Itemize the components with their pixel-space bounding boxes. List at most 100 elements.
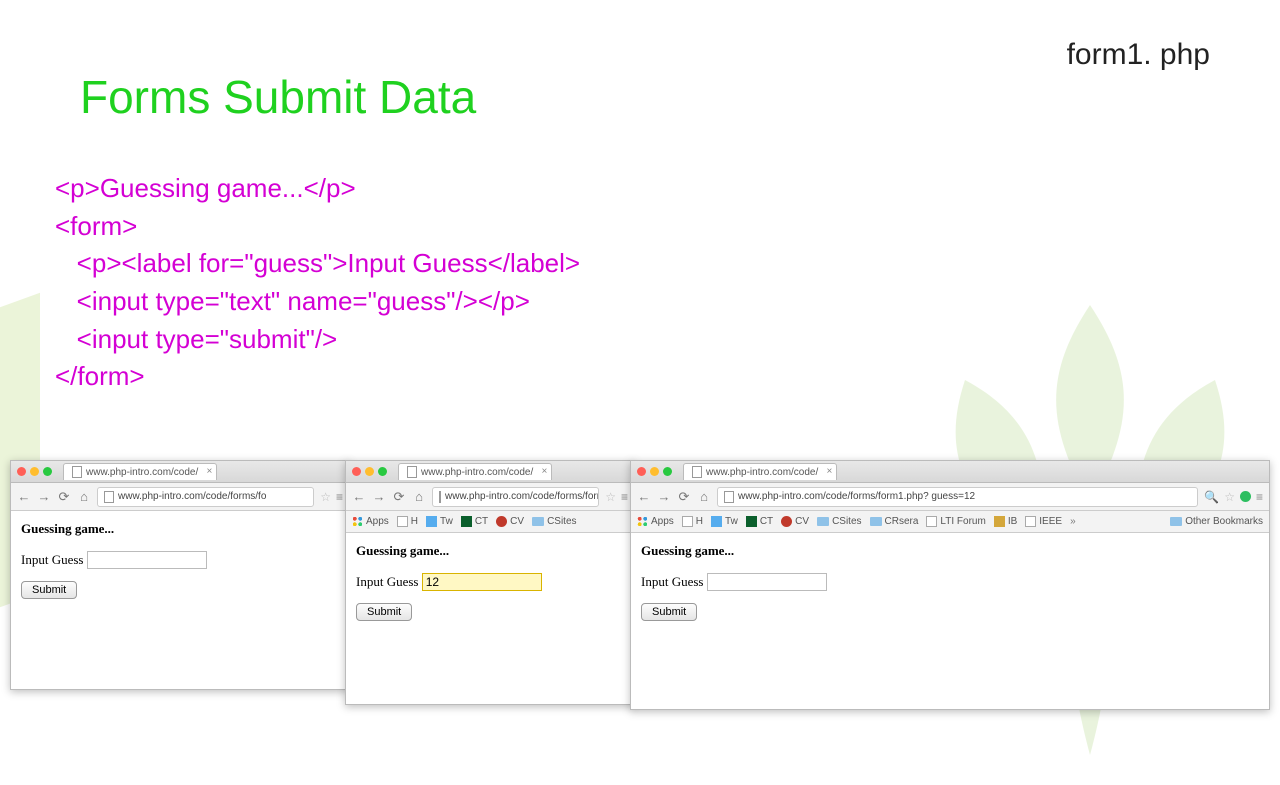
back-button[interactable]: ←	[352, 489, 366, 504]
bookmark-star-icon[interactable]: ☆	[605, 490, 616, 504]
bookmark-ieee[interactable]: IEEE	[1025, 516, 1062, 527]
bookmarks-overflow[interactable]: »	[1070, 516, 1076, 527]
page-content: Guessing game... Input Guess Submit	[11, 511, 349, 689]
guess-input[interactable]	[422, 573, 542, 591]
bookmark-lti[interactable]: LTI Forum	[926, 516, 985, 527]
page-icon	[104, 491, 114, 503]
twitter-icon	[426, 516, 437, 527]
apps-bookmark[interactable]: Apps	[352, 516, 389, 527]
menu-icon[interactable]: ≡	[336, 490, 343, 504]
page-heading: Guessing game...	[641, 543, 1259, 559]
zoom-window-icon[interactable]	[378, 467, 387, 476]
minimize-window-icon[interactable]	[365, 467, 374, 476]
minimize-window-icon[interactable]	[30, 467, 39, 476]
browser-tab[interactable]: www.php-intro.com/code/ ×	[683, 463, 837, 480]
bookmark-ct[interactable]: CT	[746, 516, 773, 527]
ct-icon	[461, 516, 472, 527]
close-window-icon[interactable]	[17, 467, 26, 476]
forward-button[interactable]: →	[37, 489, 51, 504]
reload-button[interactable]: ⟳	[57, 489, 71, 505]
address-bar[interactable]: www.php-intro.com/code/forms/fo	[97, 487, 314, 507]
home-button[interactable]: ⌂	[697, 489, 711, 504]
page-icon	[692, 466, 702, 478]
url-text: www.php-intro.com/code/forms/form1.php? …	[738, 491, 975, 502]
menu-icon[interactable]: ≡	[621, 490, 628, 504]
address-bar[interactable]: www.php-intro.com/code/forms/form1.php? …	[717, 487, 1198, 507]
bookmark-ct[interactable]: CT	[461, 516, 488, 527]
browser-toolbar: ← → ⟳ ⌂ www.php-intro.com/code/forms/for…	[631, 483, 1269, 511]
traffic-lights[interactable]	[352, 467, 387, 476]
evernote-icon[interactable]	[1240, 491, 1251, 502]
browser-window-2: www.php-intro.com/code/ × ← → ⟳ ⌂ www.ph…	[345, 460, 635, 705]
minimize-window-icon[interactable]	[650, 467, 659, 476]
apps-icon	[637, 516, 648, 527]
traffic-lights[interactable]	[17, 467, 52, 476]
page-icon	[724, 491, 734, 503]
home-button[interactable]: ⌂	[77, 489, 91, 504]
close-window-icon[interactable]	[637, 467, 646, 476]
guess-input[interactable]	[87, 551, 207, 569]
input-label: Input Guess	[21, 552, 83, 567]
reload-button[interactable]: ⟳	[392, 489, 406, 505]
bookmark-cv[interactable]: CV	[781, 516, 809, 527]
tab-title: www.php-intro.com/code/	[86, 467, 198, 478]
address-bar[interactable]: www.php-intro.com/code/forms/forms	[432, 487, 599, 507]
file-icon	[926, 516, 937, 527]
back-button[interactable]: ←	[637, 489, 651, 504]
close-tab-icon[interactable]: ×	[206, 466, 212, 477]
submit-button[interactable]: Submit	[21, 581, 77, 599]
reload-button[interactable]: ⟳	[677, 489, 691, 505]
bookmark-cv[interactable]: CV	[496, 516, 524, 527]
bookmark-star-icon[interactable]: ☆	[1224, 490, 1235, 504]
page-icon	[407, 466, 417, 478]
traffic-lights[interactable]	[637, 467, 672, 476]
other-bookmarks[interactable]: Other Bookmarks	[1170, 516, 1263, 527]
apps-icon	[352, 516, 363, 527]
page-icon	[439, 491, 441, 503]
browser-toolbar: ← → ⟳ ⌂ www.php-intro.com/code/forms/fo …	[11, 483, 349, 511]
url-text: www.php-intro.com/code/forms/forms	[445, 491, 599, 502]
forward-button[interactable]: →	[657, 489, 671, 504]
cv-icon	[496, 516, 507, 527]
bookmark-star-icon[interactable]: ☆	[320, 490, 331, 504]
close-window-icon[interactable]	[352, 467, 361, 476]
file-icon	[1025, 516, 1036, 527]
toolbar-right: ☆ ≡	[605, 490, 628, 504]
cv-icon	[781, 516, 792, 527]
guess-input[interactable]	[707, 573, 827, 591]
url-text: www.php-intro.com/code/forms/fo	[118, 491, 266, 502]
file-icon	[397, 516, 408, 527]
slide-title: Forms Submit Data	[80, 70, 476, 124]
browser-windows-row: www.php-intro.com/code/ × ← → ⟳ ⌂ www.ph…	[10, 460, 1270, 710]
page-icon	[72, 466, 82, 478]
window-titlebar: www.php-intro.com/code/ ×	[631, 461, 1269, 483]
bookmarks-bar: Apps H Tw CT CV CSites CRsera LTI Forum …	[631, 511, 1269, 533]
folder-icon	[1170, 517, 1182, 526]
forward-button[interactable]: →	[372, 489, 386, 504]
bookmark-h[interactable]: H	[682, 516, 703, 527]
bookmark-csites[interactable]: CSites	[532, 516, 576, 527]
submit-button[interactable]: Submit	[356, 603, 412, 621]
tab-title: www.php-intro.com/code/	[706, 467, 818, 478]
back-button[interactable]: ←	[17, 489, 31, 504]
bookmark-ib[interactable]: IB	[994, 516, 1017, 527]
zoom-window-icon[interactable]	[43, 467, 52, 476]
browser-tab[interactable]: www.php-intro.com/code/ ×	[398, 463, 552, 480]
bookmark-tw[interactable]: Tw	[711, 516, 738, 527]
search-icon[interactable]: 🔍	[1204, 490, 1219, 504]
bookmark-crsera[interactable]: CRsera	[870, 516, 919, 527]
bookmark-h[interactable]: H	[397, 516, 418, 527]
zoom-window-icon[interactable]	[663, 467, 672, 476]
submit-button[interactable]: Submit	[641, 603, 697, 621]
page-content: Guessing game... Input Guess Submit	[631, 533, 1269, 709]
apps-bookmark[interactable]: Apps	[637, 516, 674, 527]
close-tab-icon[interactable]: ×	[826, 466, 832, 477]
bookmark-csites[interactable]: CSites	[817, 516, 861, 527]
bookmark-tw[interactable]: Tw	[426, 516, 453, 527]
close-tab-icon[interactable]: ×	[541, 466, 547, 477]
folder-icon	[870, 517, 882, 526]
browser-tab[interactable]: www.php-intro.com/code/ ×	[63, 463, 217, 480]
folder-icon	[532, 517, 544, 526]
menu-icon[interactable]: ≡	[1256, 490, 1263, 504]
home-button[interactable]: ⌂	[412, 489, 426, 504]
